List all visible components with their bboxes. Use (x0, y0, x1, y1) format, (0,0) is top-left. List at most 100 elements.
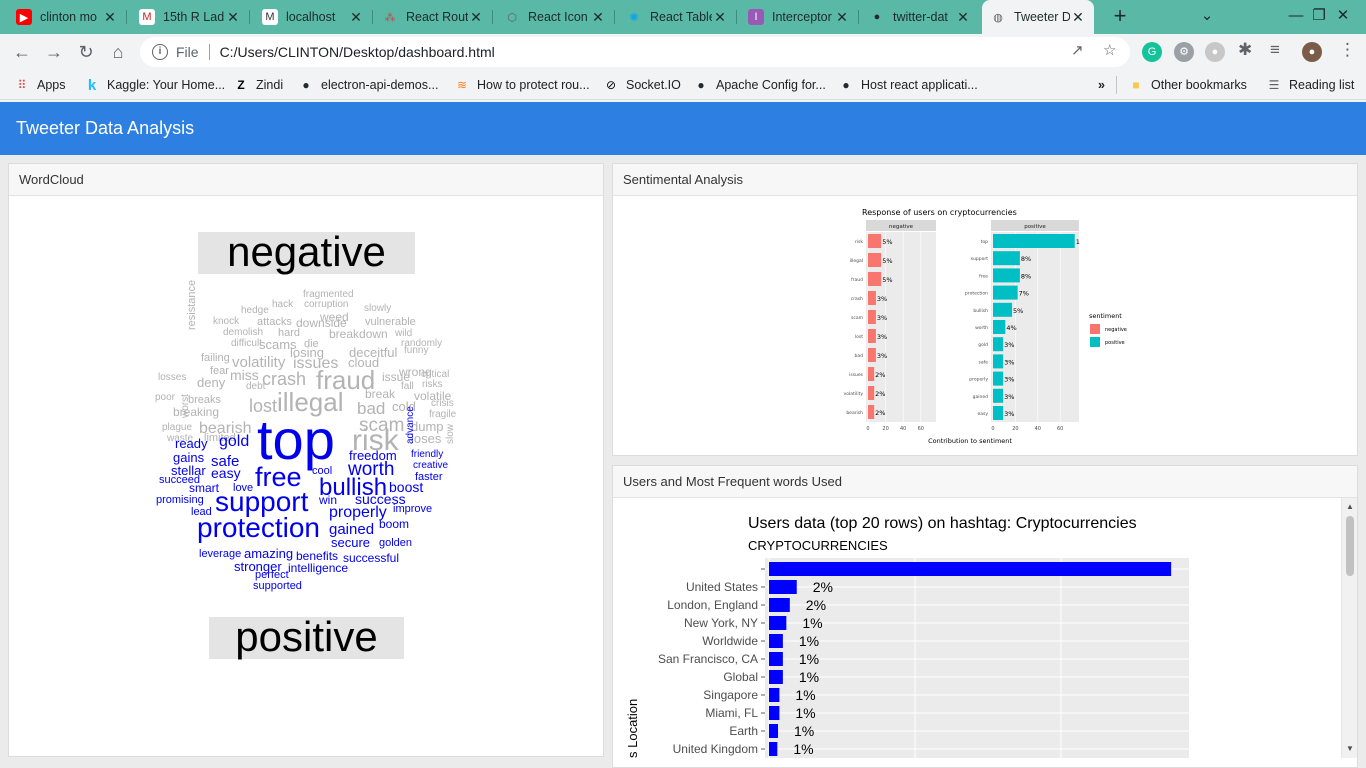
bookmark-item[interactable]: Z Zindi (233, 76, 283, 94)
facet-label: negative (889, 224, 914, 230)
media-control-icon[interactable]: ≡ (1270, 40, 1280, 60)
home-icon[interactable]: ⌂ (106, 40, 130, 64)
extension-ghost-icon[interactable]: ● (1205, 42, 1225, 62)
site-info-icon[interactable]: i (152, 44, 168, 60)
grammarly-icon[interactable]: G (1142, 42, 1162, 62)
users-bar (769, 724, 779, 738)
x-tick-label: 0 (991, 426, 994, 432)
positive-word: secure (331, 535, 371, 550)
reload-icon[interactable]: ↻ (74, 40, 98, 64)
browser-tab-title: 15th R Lad (163, 10, 225, 24)
bookmark-item[interactable]: ≋ How to protect rou... (454, 76, 590, 94)
users-bar (769, 634, 783, 648)
bookmark-item[interactable]: ● Host react applicati... (838, 76, 977, 94)
close-tab-icon[interactable]: ✕ (955, 9, 971, 26)
close-tab-icon[interactable]: ✕ (468, 9, 484, 26)
close-tab-icon[interactable]: ✕ (225, 9, 241, 26)
extension-icon[interactable]: ⚙ (1174, 42, 1194, 62)
negative-word: debt (246, 381, 266, 392)
tab-strip: ▶ clinton mo ✕ M 15th R Lad ✕ Mlocalhost ✕ ⁂ Reac… (0, 0, 1366, 34)
sentiment-panel-title: Sentimental Analysis (613, 164, 1357, 196)
browser-tab[interactable]: ✺ React Table ✕ (618, 4, 737, 30)
close-tab-icon[interactable]: ✕ (1070, 9, 1086, 26)
bookmark-item[interactable]: ⠿ Apps (14, 76, 66, 94)
new-tab-icon[interactable]: + (1108, 5, 1132, 29)
omnibox-divider (208, 44, 210, 60)
users-value-label: 1% (795, 705, 815, 721)
sentiment-category-label: support (971, 256, 989, 262)
negative-word: knock (213, 316, 240, 327)
forward-arrow-icon[interactable]: → (42, 40, 66, 64)
scrollbar-thumb[interactable] (1346, 516, 1354, 576)
browser-tab[interactable]: ⁂ React Rout ✕ (374, 4, 493, 30)
sentiment-panel: Sentimental Analysis Response of users o… (612, 163, 1358, 456)
share-icon[interactable]: ↗ (1071, 41, 1084, 59)
browser-tab[interactable]: ● twitter-dat ✕ (861, 4, 979, 30)
socketio-icon: ⊘ (605, 78, 617, 92)
users-y-axis-title: s Location (625, 699, 640, 758)
bookmark-star-icon[interactable]: ☆ (1103, 41, 1116, 59)
sentiment-value-label: 2% (875, 409, 885, 417)
x-axis-title: Contribution to sentiment (928, 437, 1012, 445)
github-icon: ● (842, 78, 850, 92)
users-value-label: 2% (806, 597, 826, 613)
profile-avatar[interactable]: ● (1302, 42, 1322, 62)
bookmark-item[interactable]: k Kaggle: Your Home... (84, 76, 225, 94)
sentiment-value-label: 3% (877, 333, 887, 341)
close-tab-icon[interactable]: ✕ (348, 9, 364, 26)
bookmark-item[interactable]: ● Apache Config for... (693, 76, 825, 94)
users-chart-viewport[interactable]: Users data (top 20 rows) on hashtag: Cry… (613, 498, 1355, 758)
negative-word: plague (162, 422, 193, 433)
negative-word: difficult (231, 338, 262, 349)
sentiment-bar (993, 268, 1020, 283)
scroll-down-arrow-icon[interactable]: ▼ (1342, 742, 1358, 756)
back-arrow-icon[interactable]: ← (10, 40, 34, 64)
users-panel-scrollbar[interactable]: ▲ ▼ (1341, 498, 1357, 758)
reading-list-button[interactable]: ☰ Reading list (1266, 76, 1355, 94)
browser-tab[interactable]: Mlocalhost ✕ (254, 4, 373, 30)
react-router-icon: ⁂ (384, 11, 396, 24)
negative-word: poor (155, 392, 176, 403)
wordcloud-panel-title: WordCloud (9, 164, 603, 196)
apps-grid-icon: ⠿ (17, 78, 27, 92)
sentiment-category-label: bad (855, 353, 864, 359)
browser-tab[interactable]: M 15th R Lad ✕ (131, 4, 250, 30)
browser-tab[interactable]: ▶ clinton mo ✕ (8, 4, 127, 30)
sentiment-value-label: 5% (882, 257, 892, 265)
browser-tab[interactable]: ◍ Tweeter D ✕ (982, 0, 1094, 34)
browser-tab[interactable]: I Interceptor ✕ (740, 4, 859, 30)
negative-word: resistance (186, 279, 198, 330)
stackoverflow-icon: ≋ (456, 78, 468, 92)
bookmark-item[interactable]: ● electron-api-demos... (298, 76, 438, 94)
users-location-chart: Users data (top 20 rows) on hashtag: Cry… (625, 515, 1208, 758)
bookmark-item[interactable]: ⊘ Socket.IO (603, 76, 681, 94)
browser-tab[interactable]: ⬡ React Icon ✕ (496, 4, 615, 30)
sentiment-value-label: 8% (1021, 272, 1031, 280)
sentiment-value-label: 3% (877, 314, 887, 322)
users-chart-subtitle: CRYPTOCURRENCIES (748, 538, 888, 553)
close-tab-icon[interactable]: ✕ (834, 9, 850, 26)
legend-swatch (1090, 337, 1100, 347)
close-tab-icon[interactable]: ✕ (102, 9, 118, 26)
close-tab-icon[interactable]: ✕ (590, 9, 606, 26)
sentiment-value-label: 3% (1004, 341, 1014, 349)
address-bar[interactable]: i File C:/Users/CLINTON/Desktop/dashboar… (140, 37, 1130, 67)
browser-tab-title: React Rout (406, 10, 468, 24)
other-bookmarks-button[interactable]: ■ Other bookmarks (1128, 76, 1247, 94)
react-icons-icon: ⬡ (507, 11, 517, 24)
bookmarks-bar: ⠿ Apps k Kaggle: Your Home... Z Zindi ● electro… (0, 70, 1366, 100)
bookmarks-overflow-button[interactable]: » (1098, 76, 1105, 94)
close-window-icon[interactable]: ✕ (1320, 4, 1366, 28)
x-tick-label: 40 (900, 426, 906, 432)
menu-kebab-icon[interactable]: ⋮ (1339, 40, 1356, 60)
tab-search-icon[interactable]: ⌄ (1184, 4, 1230, 28)
puzzle-icon[interactable]: ✱ (1238, 40, 1252, 60)
scroll-up-arrow-icon[interactable]: ▲ (1342, 500, 1358, 514)
close-tab-icon[interactable]: ✕ (712, 9, 728, 26)
users-bar (769, 670, 783, 684)
wordcloud: negative positive fragmented hack corruption… (9, 196, 603, 756)
negative-word: losses (158, 372, 187, 383)
url-text[interactable]: C:/Users/CLINTON/Desktop/dashboard.html (220, 44, 495, 60)
x-tick-label: 60 (1057, 426, 1063, 432)
globe-icon: ◍ (993, 11, 1003, 24)
